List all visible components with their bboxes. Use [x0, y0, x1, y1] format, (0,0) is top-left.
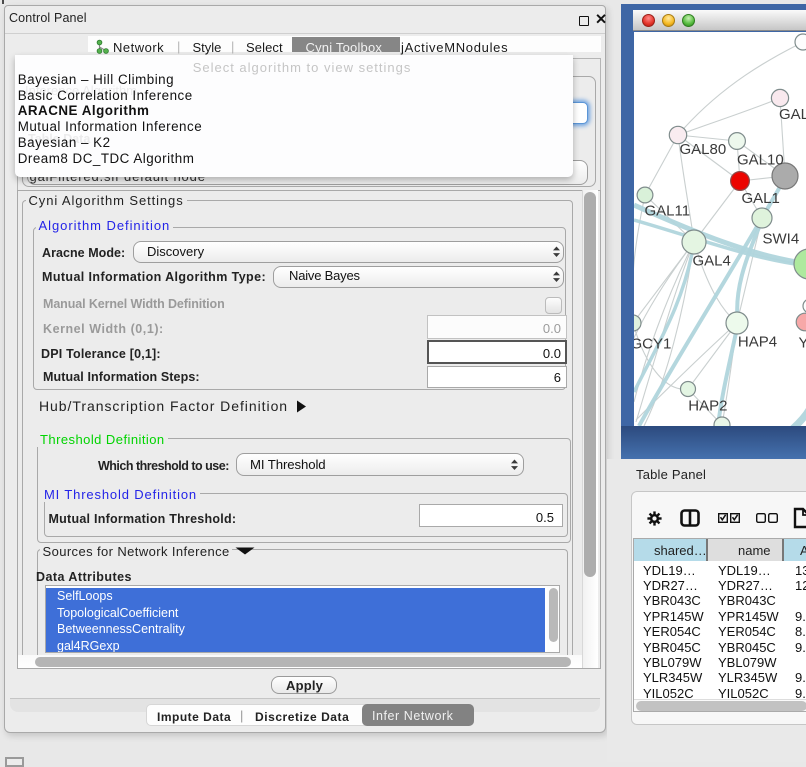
svg-text:GAL4: GAL4 — [692, 252, 730, 269]
svg-text:GAL10: GAL10 — [737, 151, 784, 168]
svg-text:GAL80: GAL80 — [679, 141, 726, 158]
svg-text:HAP2: HAP2 — [688, 397, 727, 414]
svg-text:GAL1: GAL1 — [741, 190, 779, 207]
svg-text:GAL2: GAL2 — [779, 106, 806, 123]
svg-text:HAP4: HAP4 — [737, 333, 776, 350]
svg-text:YEL: YEL — [798, 334, 806, 351]
svg-text:GAL11: GAL11 — [644, 202, 690, 219]
svg-text:SWI4: SWI4 — [762, 230, 799, 247]
svg-text:GCY1: GCY1 — [634, 335, 671, 352]
